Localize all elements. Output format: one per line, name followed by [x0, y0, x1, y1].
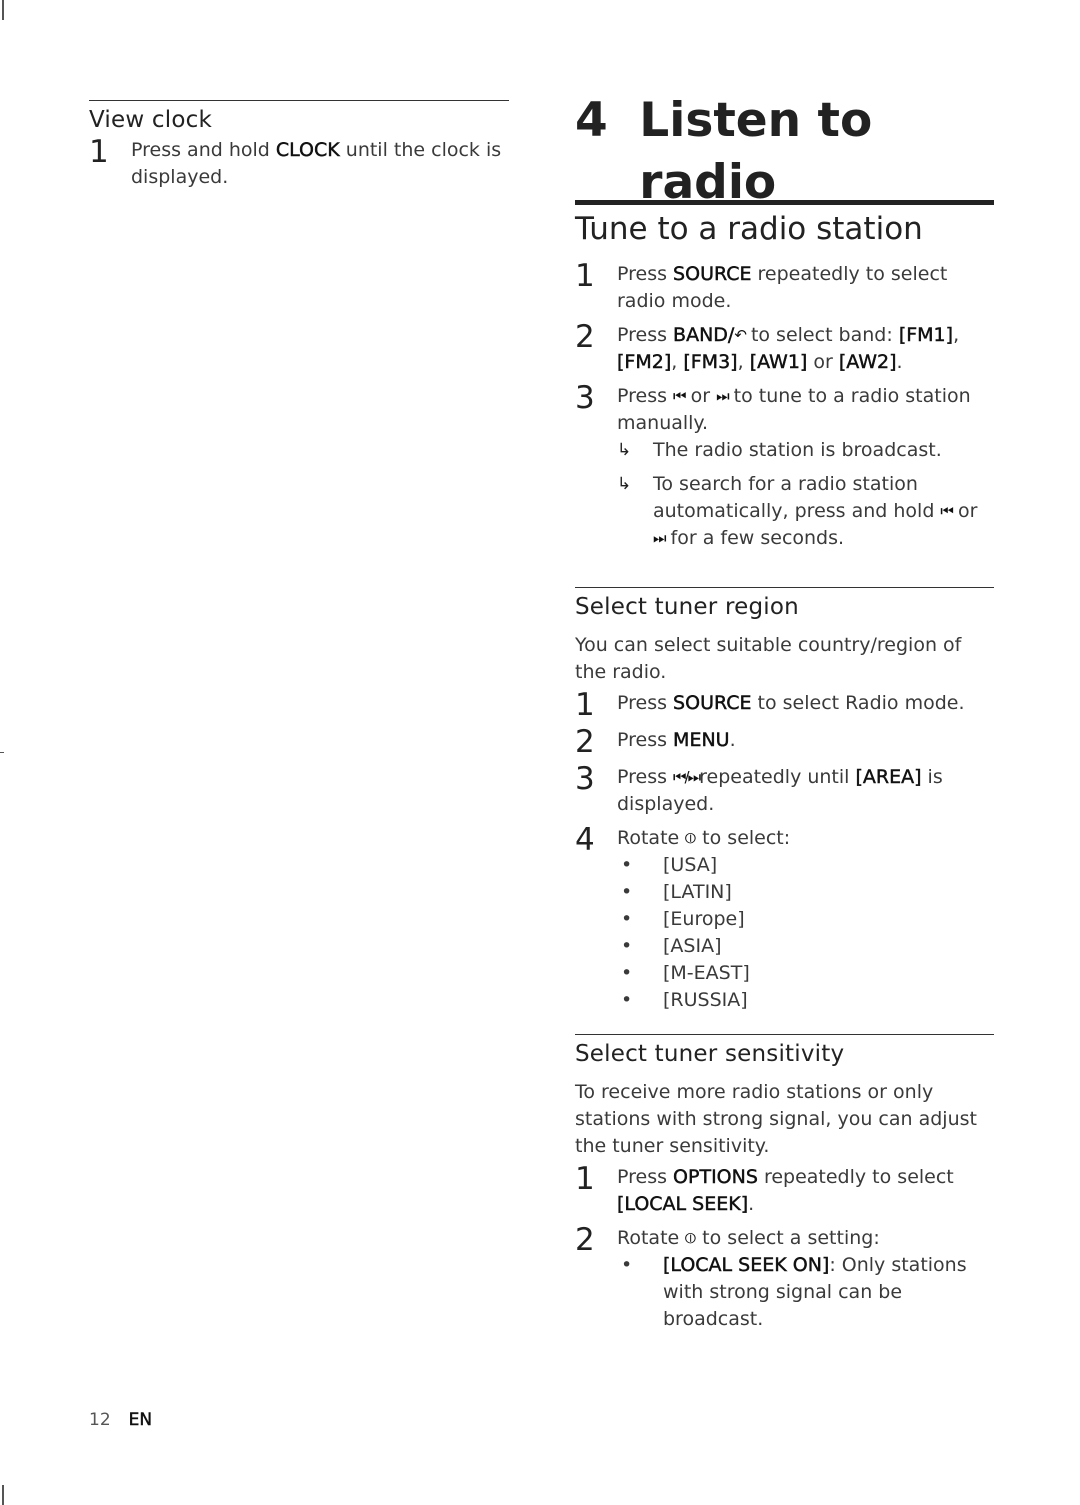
left-column: View clock 1 Press and hold CLOCK until …: [89, 100, 509, 198]
step-text: Press and hold CLOCK until the clock is …: [131, 139, 502, 188]
tune-step-3: 3 Press ⏮ or ⏭ to tune to a radio statio…: [575, 383, 994, 559]
key-band: BAND/: [673, 324, 735, 346]
region-step-3: 3 Press ⏮/⏭repeatedly until [AREA] is di…: [575, 764, 994, 818]
step-number: 1: [89, 134, 109, 170]
region-option: • [LATIN]: [617, 879, 994, 906]
step-number: 1: [575, 1161, 595, 1197]
result-arrow-icon: ↳: [617, 474, 632, 494]
bullet-icon: •: [621, 962, 633, 984]
sensitivity-section-title: Select tuner sensitivity: [575, 1041, 845, 1067]
key-menu: MENU: [673, 729, 730, 751]
crop-mark-mid-left: [0, 752, 4, 753]
step-number: 2: [575, 724, 595, 760]
section-divider: [575, 1034, 994, 1035]
section-divider: [575, 587, 994, 588]
region-option: • [RUSSIA]: [617, 987, 994, 1014]
step-text: Rotate ⦶ to select: • [USA] • [LATIN] • [Eu…: [617, 825, 994, 1014]
band-fm3: [FM3]: [683, 351, 738, 373]
chapter-title: Listen to radio: [639, 93, 873, 210]
crop-mark-top-left: [2, 0, 4, 20]
region-options-list: • [USA] • [LATIN] • [Europe] • [ASIA] • [M-EA…: [617, 852, 994, 1014]
chapter-heading: 4 Listen to radio: [575, 90, 994, 210]
tune-step-2: 2 Press BAND/↶ to select band: [FM1], [F…: [575, 322, 994, 376]
step-text: Press SOURCE repeatedly to select radio …: [617, 263, 948, 312]
sensitivity-intro: To receive more radio stations or only s…: [575, 1081, 977, 1157]
previous-icon: ⏮: [940, 502, 953, 520]
region-step-1: 1 Press SOURCE to select Radio mode.: [575, 687, 994, 723]
region-option: • [USA]: [617, 852, 994, 879]
knob-icon: ⦶: [685, 1229, 697, 1247]
step-number: 3: [575, 380, 595, 416]
step-text: Press OPTIONS repeatedly to select [LOCA…: [617, 1166, 954, 1215]
band-aw2: [AW2]: [838, 351, 897, 373]
step-number: 3: [575, 761, 595, 797]
band-aw1: [AW1]: [749, 351, 808, 373]
step-number: 2: [575, 319, 595, 355]
step-text: Press MENU.: [617, 729, 736, 751]
key-source: SOURCE: [673, 263, 752, 285]
step-number: 2: [575, 1222, 595, 1258]
next-icon: ⏭: [716, 387, 729, 405]
bullet-icon: •: [621, 854, 633, 876]
step-number: 1: [575, 687, 595, 723]
sensitivity-step-2: 2 Rotate ⦶ to select a setting: • [LOCAL …: [575, 1225, 994, 1333]
step-number: 1: [575, 258, 595, 294]
sensitivity-step-1: 1 Press OPTIONS repeatedly to select [LO…: [575, 1164, 994, 1218]
band-fm1: [FM1]: [898, 324, 954, 346]
step-text: Press BAND/↶ to select band: [FM1], [FM2…: [617, 324, 960, 373]
previous-next-icon: ⏮/⏭: [673, 768, 701, 786]
band-fm2: [FM2]: [617, 351, 672, 373]
step-text: Press ⏮/⏭repeatedly until [AREA] is disp…: [617, 766, 943, 815]
sensitivity-option: • [LOCAL SEEK ON]: Only stations with str…: [617, 1252, 994, 1333]
language-code: EN: [128, 1410, 153, 1430]
region-intro: You can select suitable country/region o…: [575, 634, 962, 683]
view-clock-heading: View clock: [89, 107, 212, 133]
tune-section-title: Tune to a radio station: [575, 211, 923, 247]
key-options: OPTIONS: [673, 1166, 758, 1188]
result-item: ↳ To search for a radio station automati…: [617, 471, 994, 552]
page-number: 12: [89, 1410, 111, 1430]
step-text: Press SOURCE to select Radio mode.: [617, 692, 965, 714]
view-clock-step-1: 1 Press and hold CLOCK until the clock i…: [89, 137, 509, 191]
region-option: • [ASIA]: [617, 933, 994, 960]
knob-icon: ⦶: [685, 829, 697, 847]
key-clock: CLOCK: [275, 139, 340, 161]
back-icon: ↶: [734, 326, 747, 344]
crop-mark-bottom-left: [2, 1485, 4, 1505]
key-local-seek-on: [LOCAL SEEK ON]: [663, 1254, 830, 1276]
result-arrow-icon: ↳: [617, 440, 632, 460]
chapter-number: 4: [575, 93, 608, 148]
tune-step-1: 1 Press SOURCE repeatedly to select radi…: [575, 261, 994, 315]
step-number: 4: [575, 822, 595, 858]
next-icon: ⏭: [653, 529, 666, 547]
region-step-2: 2 Press MENU.: [575, 724, 994, 760]
bullet-icon: •: [621, 881, 633, 903]
step-text: Press ⏮ or ⏭ to tune to a radio station …: [617, 383, 994, 559]
region-option: • [M-EAST]: [617, 960, 994, 987]
previous-icon: ⏮: [673, 387, 686, 405]
bullet-icon: •: [621, 1254, 633, 1276]
key-area: [AREA]: [855, 766, 922, 788]
region-section-title: Select tuner region: [575, 594, 799, 620]
bullet-icon: •: [621, 908, 633, 930]
page-footer: 12 EN: [89, 1410, 152, 1430]
key-local-seek: [LOCAL SEEK]: [617, 1193, 749, 1215]
bullet-icon: •: [621, 989, 633, 1011]
right-column: 4 Listen to radio Tune to a radio statio…: [575, 90, 994, 1340]
result-item: ↳ The radio station is broadcast.: [617, 437, 994, 464]
section-divider: [89, 100, 509, 101]
bullet-icon: •: [621, 935, 633, 957]
key-source: SOURCE: [673, 692, 752, 714]
step-text: Rotate ⦶ to select a setting: • [LOCAL SE…: [617, 1225, 994, 1333]
region-option: • [Europe]: [617, 906, 994, 933]
region-step-4: 4 Rotate ⦶ to select: • [USA] • [LATIN] •[…: [575, 825, 994, 1014]
